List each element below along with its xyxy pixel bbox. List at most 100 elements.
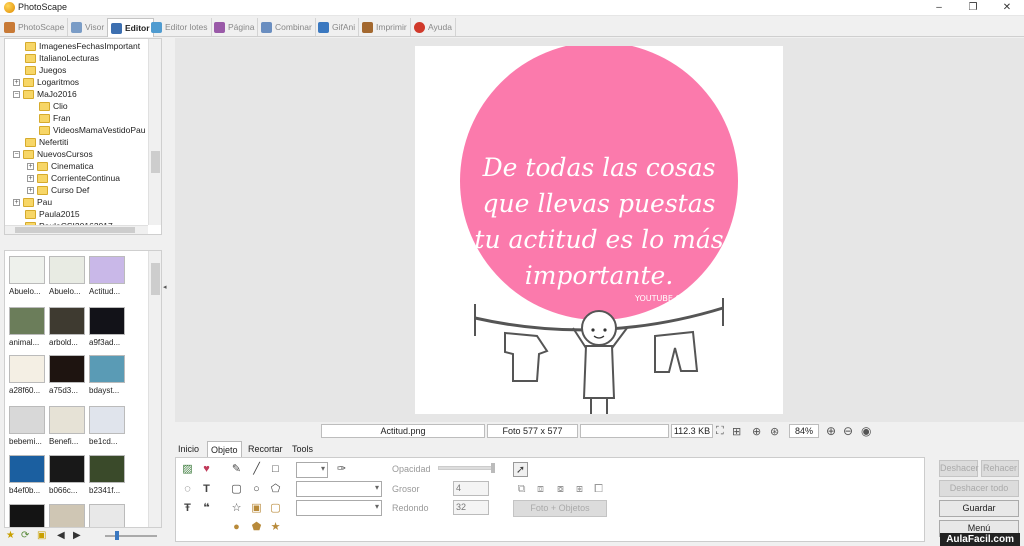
panel-splitter-arrow-icon[interactable]: ◂ bbox=[163, 283, 171, 297]
icon-sticker-icon[interactable]: ♥ bbox=[199, 462, 214, 477]
thumbnail-item[interactable]: b066c... bbox=[49, 455, 85, 495]
minimize-button[interactable]: – bbox=[924, 0, 954, 16]
tree-item[interactable]: + CorrienteContinua bbox=[27, 172, 120, 184]
filled-star-tool-icon[interactable]: ★ bbox=[268, 520, 283, 535]
tree-item[interactable]: VideosMamaVestidoPau bbox=[29, 124, 145, 136]
thumbnail-item[interactable] bbox=[9, 504, 45, 527]
photo-object-icon[interactable]: ▨ bbox=[180, 462, 195, 477]
expand-icon[interactable]: + bbox=[27, 186, 34, 194]
scroll-thumb[interactable] bbox=[15, 227, 135, 233]
layer-forward-icon[interactable]: ⧈ bbox=[533, 482, 548, 497]
quote-icon[interactable]: ❝ bbox=[199, 501, 214, 516]
text-tool-icon[interactable]: T bbox=[199, 482, 214, 497]
tree-item[interactable]: − MaJo2016 bbox=[13, 88, 77, 100]
undo-all-button[interactable]: Deshacer todo bbox=[939, 480, 1019, 497]
expand-icon[interactable]: + bbox=[13, 78, 20, 86]
tab-recortar[interactable]: Recortar bbox=[245, 441, 286, 457]
select-pointer-icon[interactable]: ➚ bbox=[513, 462, 528, 477]
thumbnail-item[interactable]: arbold... bbox=[49, 307, 85, 347]
tab-ayuda[interactable]: Ayuda bbox=[411, 18, 456, 36]
info-icon[interactable]: ◉ bbox=[861, 424, 871, 438]
back-arrow-icon[interactable]: ◀ bbox=[57, 530, 65, 541]
round-spinner[interactable]: 32 bbox=[453, 500, 489, 515]
tree-item[interactable]: Nefertiti bbox=[15, 136, 68, 148]
eyedropper-icon[interactable]: ✑ bbox=[334, 462, 349, 477]
photo-preview[interactable]: De todas las cosas que llevas puestas tu… bbox=[415, 46, 783, 414]
close-button[interactable]: ✕ bbox=[992, 0, 1022, 16]
zoom-actual-icon[interactable]: ⊛ bbox=[770, 425, 779, 438]
zoom-in-icon[interactable]: ⊕ bbox=[826, 424, 836, 438]
forward-arrow-icon[interactable]: ▶ bbox=[73, 530, 81, 541]
star-tool-icon[interactable]: ☆ bbox=[229, 501, 244, 516]
expand-icon[interactable]: + bbox=[13, 198, 20, 206]
tree-item[interactable]: Paula2015 bbox=[15, 208, 80, 220]
tab-objeto[interactable]: Objeto bbox=[207, 441, 242, 457]
actual-size-icon[interactable]: ⊞ bbox=[732, 425, 741, 438]
thumbnail-item[interactable]: Actitud... bbox=[89, 256, 125, 296]
collapse-icon[interactable]: − bbox=[13, 150, 20, 158]
layer-backward-icon[interactable]: ⧇ bbox=[553, 482, 568, 497]
thumbnail-size-slider[interactable] bbox=[105, 531, 157, 540]
refresh-folder-icon[interactable]: ⟳ bbox=[21, 530, 29, 541]
arrow-style-dropdown[interactable]: ▾ bbox=[296, 500, 382, 516]
filled-circle-tool-icon[interactable]: ● bbox=[229, 520, 244, 535]
undo-button[interactable]: Deshacer bbox=[939, 460, 979, 477]
thumbnail-item[interactable]: be1cd... bbox=[89, 406, 125, 446]
tree-item[interactable]: + Logaritmos bbox=[13, 76, 79, 88]
text-bold-icon[interactable]: Ŧ bbox=[180, 501, 195, 516]
rectangle-tool-icon[interactable]: □ bbox=[268, 462, 283, 477]
thumbnail-item[interactable]: b2341f... bbox=[89, 455, 125, 495]
tree-item[interactable]: + Pau bbox=[13, 196, 52, 208]
thumbnail-item[interactable]: animal... bbox=[9, 307, 45, 347]
thumbnail-item[interactable] bbox=[89, 504, 125, 527]
open-folder-icon[interactable]: ▣ bbox=[37, 530, 46, 541]
color-picker-dropdown[interactable]: ▾ bbox=[296, 462, 328, 478]
tab-inicio[interactable]: Inicio bbox=[175, 441, 202, 457]
thumbnail-item[interactable]: Benefi... bbox=[49, 406, 85, 446]
tree-item[interactable]: + Cinematica bbox=[27, 160, 94, 172]
tree-item[interactable]: Fran bbox=[29, 112, 70, 124]
thickness-spinner[interactable]: 4 bbox=[453, 481, 489, 496]
tab-gifani[interactable]: GifAni bbox=[315, 18, 360, 36]
pentagon-tool-icon[interactable]: ⬠ bbox=[268, 482, 283, 497]
tab-visor[interactable]: Visor bbox=[68, 18, 109, 36]
tree-item[interactable]: ImagenesFechasImportant bbox=[15, 40, 140, 52]
tab-combinar[interactable]: Combinar bbox=[258, 18, 316, 36]
slider-handle[interactable] bbox=[491, 463, 495, 473]
tree-item[interactable]: − NuevosCursos bbox=[13, 148, 93, 160]
favorite-star-icon[interactable]: ★ bbox=[6, 530, 15, 541]
tab-photoscape[interactable]: PhotoScape bbox=[1, 18, 69, 36]
freehand-tool-icon[interactable]: ✎ bbox=[229, 462, 244, 477]
tab-pagina[interactable]: Página bbox=[211, 18, 259, 36]
maximize-button[interactable]: ❐ bbox=[958, 0, 988, 16]
filled-rounded-rect-icon[interactable]: ▢ bbox=[268, 501, 283, 516]
tree-item[interactable]: Clio bbox=[29, 100, 68, 112]
thumbnail-item[interactable]: a75d3... bbox=[49, 355, 85, 395]
opacity-slider[interactable] bbox=[438, 463, 495, 473]
line-tool-icon[interactable]: ╱ bbox=[249, 462, 264, 477]
scroll-thumb[interactable] bbox=[151, 263, 160, 295]
zoom-out-icon[interactable]: ⊖ bbox=[843, 424, 853, 438]
tree-item[interactable]: + Curso Def bbox=[27, 184, 89, 196]
slider-handle[interactable] bbox=[115, 531, 119, 540]
tree-item[interactable]: Juegos bbox=[15, 64, 66, 76]
line-style-dropdown[interactable]: ▾ bbox=[296, 481, 382, 497]
thumbnail-item[interactable]: bebemi... bbox=[9, 406, 45, 446]
thumbnail-scrollbar[interactable] bbox=[148, 251, 161, 527]
tab-editor-lotes[interactable]: Editor lotes bbox=[148, 18, 212, 36]
layer-back-icon[interactable]: ⧆ bbox=[572, 482, 587, 497]
tab-editor[interactable]: Editor bbox=[107, 18, 154, 37]
zoom-fit-icon[interactable]: ⊕ bbox=[752, 425, 761, 438]
duplicate-object-icon[interactable]: ⧠ bbox=[591, 482, 606, 497]
thumbnail-item[interactable]: a9f3ad... bbox=[89, 307, 125, 347]
scroll-thumb[interactable] bbox=[151, 151, 160, 173]
filled-rect-tool-icon[interactable]: ▣ bbox=[249, 501, 264, 516]
circle-tool-icon[interactable]: ○ bbox=[249, 482, 264, 497]
thumbnail-item[interactable] bbox=[49, 504, 85, 527]
tree-vertical-scrollbar[interactable] bbox=[148, 39, 161, 225]
expand-icon[interactable]: + bbox=[27, 174, 34, 182]
tab-imprimir[interactable]: Imprimir bbox=[359, 18, 411, 36]
thumbnail-item[interactable]: Abuelo... bbox=[9, 256, 45, 296]
redo-button[interactable]: Rehacer bbox=[981, 460, 1019, 477]
thumbnail-item[interactable]: b4ef0b... bbox=[9, 455, 45, 495]
